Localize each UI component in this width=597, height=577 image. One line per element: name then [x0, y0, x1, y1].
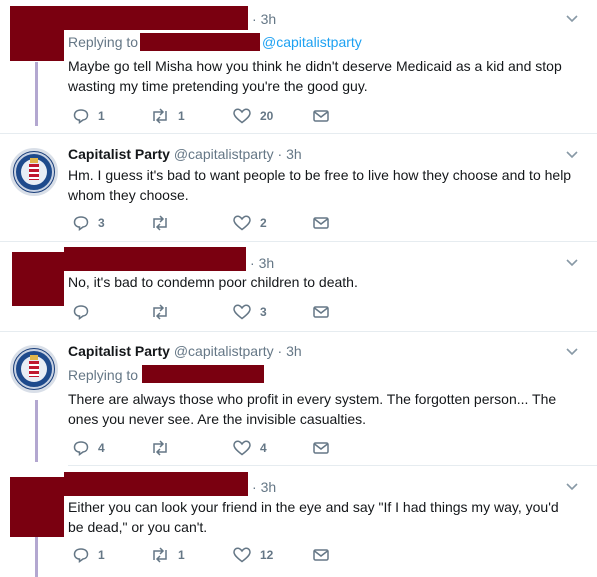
- dm-icon: [313, 217, 329, 229]
- like-button[interactable]: 12: [232, 546, 273, 564]
- reply-icon: [73, 305, 89, 320]
- tweet-header: Capitalist Party @capitalistparty · 3h: [68, 146, 302, 162]
- retweet-icon: [153, 215, 167, 231]
- redacted-replying-handle: [142, 365, 264, 383]
- redacted-avatar: [12, 252, 64, 306]
- retweet-button[interactable]: [150, 303, 178, 321]
- chevron-down-icon[interactable]: [565, 148, 579, 162]
- dm-button[interactable]: [312, 107, 330, 125]
- tweet-actions: 1 1 20: [68, 107, 368, 127]
- tweet-time[interactable]: 3h: [286, 146, 302, 162]
- redacted-avatar: [10, 6, 64, 61]
- tweet-actions: 3: [68, 303, 368, 323]
- divider: [68, 465, 597, 466]
- tweet-actions: 1 1 12: [68, 546, 368, 566]
- chevron-down-icon[interactable]: [565, 345, 579, 359]
- reply-count: 4: [98, 441, 105, 455]
- dm-icon: [313, 549, 329, 561]
- thread-line: [35, 537, 38, 577]
- retweet-count: 1: [178, 109, 185, 123]
- like-icon: [233, 440, 251, 456]
- redacted-username: [64, 6, 248, 30]
- like-icon: [233, 304, 251, 320]
- redacted-replying-handle: [140, 33, 260, 51]
- avatar-seal-icon: [14, 152, 54, 192]
- tweet-time[interactable]: · 3h: [252, 479, 276, 495]
- reply-count: 1: [98, 548, 105, 562]
- tweet-text: There are always those who profit in eve…: [68, 391, 557, 427]
- author-name[interactable]: Capitalist Party: [68, 146, 170, 162]
- retweet-button[interactable]: [150, 439, 178, 457]
- tweet-actions: 3 2: [68, 214, 368, 234]
- tweet-text: No, it's bad to condemn poor children to…: [68, 274, 358, 290]
- thread-line: [35, 62, 38, 126]
- retweet-button[interactable]: [150, 214, 178, 232]
- tweet-header: Capitalist Party @capitalistparty · 3h: [68, 343, 302, 359]
- author-handle[interactable]: @capitalistparty: [174, 343, 274, 359]
- dm-icon: [313, 110, 329, 122]
- reply-count: 1: [98, 109, 105, 123]
- chevron-down-icon[interactable]: [565, 480, 579, 494]
- redacted-username: [64, 472, 248, 496]
- tweet-text: Hm. I guess it's bad to want people to b…: [68, 167, 572, 203]
- like-button[interactable]: 3: [232, 303, 267, 321]
- replying-to: Replying to: [68, 34, 139, 50]
- retweet-button[interactable]: 1: [150, 107, 185, 125]
- like-icon: [233, 547, 251, 563]
- tweet-time[interactable]: · 3h: [250, 255, 274, 271]
- retweet-count: 1: [178, 548, 185, 562]
- reply-icon: [73, 441, 89, 456]
- retweet-icon: [153, 547, 167, 563]
- like-icon: [233, 215, 251, 231]
- reply-button[interactable]: 1: [72, 546, 105, 564]
- author-handle[interactable]: @capitalistparty: [174, 146, 274, 162]
- dm-button[interactable]: [312, 214, 330, 232]
- like-button[interactable]: 20: [232, 107, 273, 125]
- retweet-icon: [153, 304, 167, 320]
- reply-count: 3: [98, 216, 105, 230]
- like-count: 3: [260, 305, 267, 319]
- reply-icon: [73, 548, 89, 563]
- tweet-actions: 4 4: [68, 439, 368, 459]
- chevron-down-icon[interactable]: [565, 256, 579, 270]
- reply-button[interactable]: [72, 303, 98, 321]
- tweet-time[interactable]: 3h: [286, 343, 302, 359]
- author-name[interactable]: Capitalist Party: [68, 343, 170, 359]
- divider: [0, 133, 597, 134]
- like-count: 12: [260, 548, 274, 562]
- avatar[interactable]: [10, 345, 58, 393]
- like-count: 2: [260, 216, 267, 230]
- dm-icon: [313, 306, 329, 318]
- retweet-icon: [153, 108, 167, 124]
- tweet-text: Either you can look your friend in the e…: [68, 499, 559, 535]
- like-icon: [233, 108, 251, 124]
- dm-button[interactable]: [312, 546, 330, 564]
- like-count: 20: [260, 109, 274, 123]
- reply-icon: [73, 109, 89, 124]
- avatar-seal-icon: [14, 349, 54, 389]
- thread-line: [35, 400, 38, 462]
- redacted-username: [64, 247, 246, 271]
- tweet-text: Maybe go tell Misha how you think he did…: [68, 58, 562, 94]
- reply-button[interactable]: 3: [72, 214, 105, 232]
- like-button[interactable]: 2: [232, 214, 267, 232]
- redacted-avatar: [10, 477, 64, 537]
- reply-button[interactable]: 4: [72, 439, 105, 457]
- reply-button[interactable]: 1: [72, 107, 105, 125]
- like-button[interactable]: 4: [232, 439, 267, 457]
- avatar[interactable]: [10, 148, 58, 196]
- chevron-down-icon[interactable]: [565, 12, 579, 26]
- replying-to: Replying to: [68, 367, 139, 383]
- like-count: 4: [260, 441, 267, 455]
- dm-icon: [313, 442, 329, 454]
- divider: [0, 331, 597, 332]
- retweet-button[interactable]: 1: [150, 546, 185, 564]
- dm-button[interactable]: [312, 303, 330, 321]
- retweet-icon: [153, 440, 167, 456]
- replying-handle-link[interactable]: @capitalistparty: [262, 34, 362, 50]
- dm-button[interactable]: [312, 439, 330, 457]
- tweet-time[interactable]: · 3h: [252, 11, 276, 27]
- divider: [0, 241, 597, 242]
- reply-icon: [73, 216, 89, 231]
